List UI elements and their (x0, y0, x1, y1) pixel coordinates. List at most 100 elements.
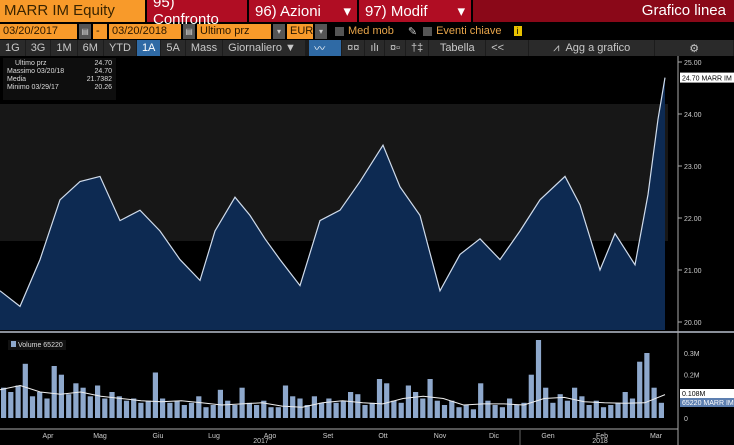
range-1g[interactable]: 1G (0, 40, 25, 56)
last-price-label: 24.70 MARR IM (682, 76, 732, 83)
period-select[interactable]: Giornaliero ▼ (223, 40, 306, 56)
volume-bar (629, 398, 636, 418)
volume-bar (355, 394, 361, 418)
legend-row: Massimo 03/20/18 24.70 (7, 68, 112, 76)
info-icon[interactable]: i (513, 26, 522, 36)
volume-bar (658, 402, 664, 418)
range-1a[interactable]: 1A (136, 40, 161, 56)
price-volume-chart[interactable]: 25.00 24.00 23.00 22.00 21.00 20.00 24.70 MARR… (0, 56, 734, 445)
add-to-chart-button[interactable]: ⩘ Agg a grafico (529, 40, 655, 56)
volume-bar (138, 402, 144, 418)
volume-bar (58, 374, 64, 418)
range-6m[interactable]: 6M (77, 40, 103, 56)
field-select[interactable]: Ultimo prz (197, 23, 271, 39)
volume-bar (398, 402, 404, 418)
volume-bar (362, 405, 368, 418)
y-tick-label: 23.00 (684, 164, 702, 171)
volume-bar (102, 398, 108, 418)
volume-bar (608, 405, 614, 418)
calendar-icon[interactable]: ▤ (183, 23, 195, 39)
volume-bar (311, 396, 317, 418)
range-mass[interactable]: Mass (185, 40, 223, 56)
moving-avg-checkbox[interactable] (335, 26, 344, 36)
volume-bar (109, 392, 115, 418)
x-tick-label: Dic (489, 433, 500, 440)
calendar-icon[interactable]: ▤ (79, 23, 91, 39)
range-1m[interactable]: 1M (51, 40, 77, 56)
pencil-icon[interactable]: ✎ (408, 25, 417, 38)
x-tick-label: Giu (153, 433, 164, 440)
volume-bar (1, 387, 7, 418)
volume-bar (579, 396, 585, 418)
year-label: 2017 (253, 438, 269, 445)
chevron-down-icon[interactable]: ▾ (315, 23, 327, 39)
candlestick-icon[interactable]: ¤¤ (342, 40, 365, 56)
volume-bar (319, 402, 325, 418)
collapse-button[interactable]: << (486, 40, 529, 56)
volume-bar (340, 400, 346, 418)
volume-bar (600, 407, 607, 418)
currency-select[interactable]: EUR (287, 23, 313, 39)
volume-last-label: 65220 MARR IM (682, 400, 734, 407)
volume-bar (456, 407, 462, 418)
volume-bar (123, 400, 130, 418)
volume-bar (44, 398, 50, 418)
y-tick-label: 21.00 (684, 268, 702, 275)
x-tick-label: Ott (378, 433, 387, 440)
hilo-icon[interactable]: †‡ (406, 40, 429, 56)
x-tick-label: Mag (93, 433, 107, 440)
ticker-field[interactable]: MARR IM Equity (0, 0, 145, 22)
volume-bar (254, 405, 260, 418)
volume-bar (463, 405, 469, 418)
line-chart-icon[interactable]: 〰 (309, 40, 342, 56)
bar-chart-icon[interactable]: ılı (365, 40, 384, 56)
start-date-input[interactable]: 03/20/2017 (0, 23, 77, 39)
volume-bar (405, 385, 411, 418)
range-5a[interactable]: 5A (161, 40, 185, 56)
dropdown-icon: ▾ (457, 3, 465, 20)
edit-label: 97) Modif (365, 2, 428, 20)
range-ytd[interactable]: YTD (103, 40, 136, 56)
edit-button[interactable]: 97) Modif ▾ (359, 0, 471, 22)
volume-bar (470, 409, 476, 418)
volume-bar (514, 405, 520, 418)
volume-bar (535, 340, 542, 418)
volume-bar (572, 387, 578, 418)
volume-bar (543, 387, 549, 418)
y-tick-label: 22.00 (684, 216, 702, 223)
volume-bar (420, 398, 426, 418)
actions-button[interactable]: 96) Azioni ▾ (249, 0, 357, 22)
legend-label: Ultimo prz (15, 60, 47, 67)
volume-bar (528, 374, 534, 418)
x-tick-label: Gen (541, 433, 554, 440)
ohlc-icon[interactable]: ¤▫ (384, 40, 405, 56)
chart-add-icon: ⩘ (553, 41, 560, 54)
volume-bar (181, 405, 187, 418)
key-events-checkbox[interactable] (423, 26, 433, 36)
volume-bar (391, 400, 397, 418)
legend-label: Media (7, 76, 27, 83)
volume-bar (384, 383, 390, 418)
chevron-down-icon[interactable]: ▾ (273, 23, 285, 39)
range-3g[interactable]: 3G (25, 40, 51, 56)
volume-bar (434, 400, 440, 418)
header-bar: MARR IM Equity 95) Confronto 96) Azioni ▾… (0, 0, 734, 28)
volume-bar (326, 398, 332, 418)
end-date-input[interactable]: 03/20/2018 (109, 23, 181, 39)
volume-bar (29, 396, 36, 418)
volume-bar (15, 385, 21, 418)
compare-button[interactable]: 95) Confronto (147, 0, 247, 28)
volume-bar (95, 385, 101, 418)
volume-bar (449, 400, 455, 418)
x-tick-label: Mar (650, 433, 663, 440)
volume-bar (637, 361, 643, 418)
volume-bar (586, 405, 592, 418)
volume-bar (376, 379, 383, 418)
settings-gear-icon[interactable]: ⚙ (655, 40, 733, 56)
volume-bar (348, 392, 354, 418)
table-button[interactable]: Tabella (429, 40, 486, 56)
volume-bar (564, 400, 570, 418)
volume-bar (333, 402, 339, 418)
actions-label: 96) Azioni (255, 2, 321, 20)
volume-bar (413, 392, 419, 418)
